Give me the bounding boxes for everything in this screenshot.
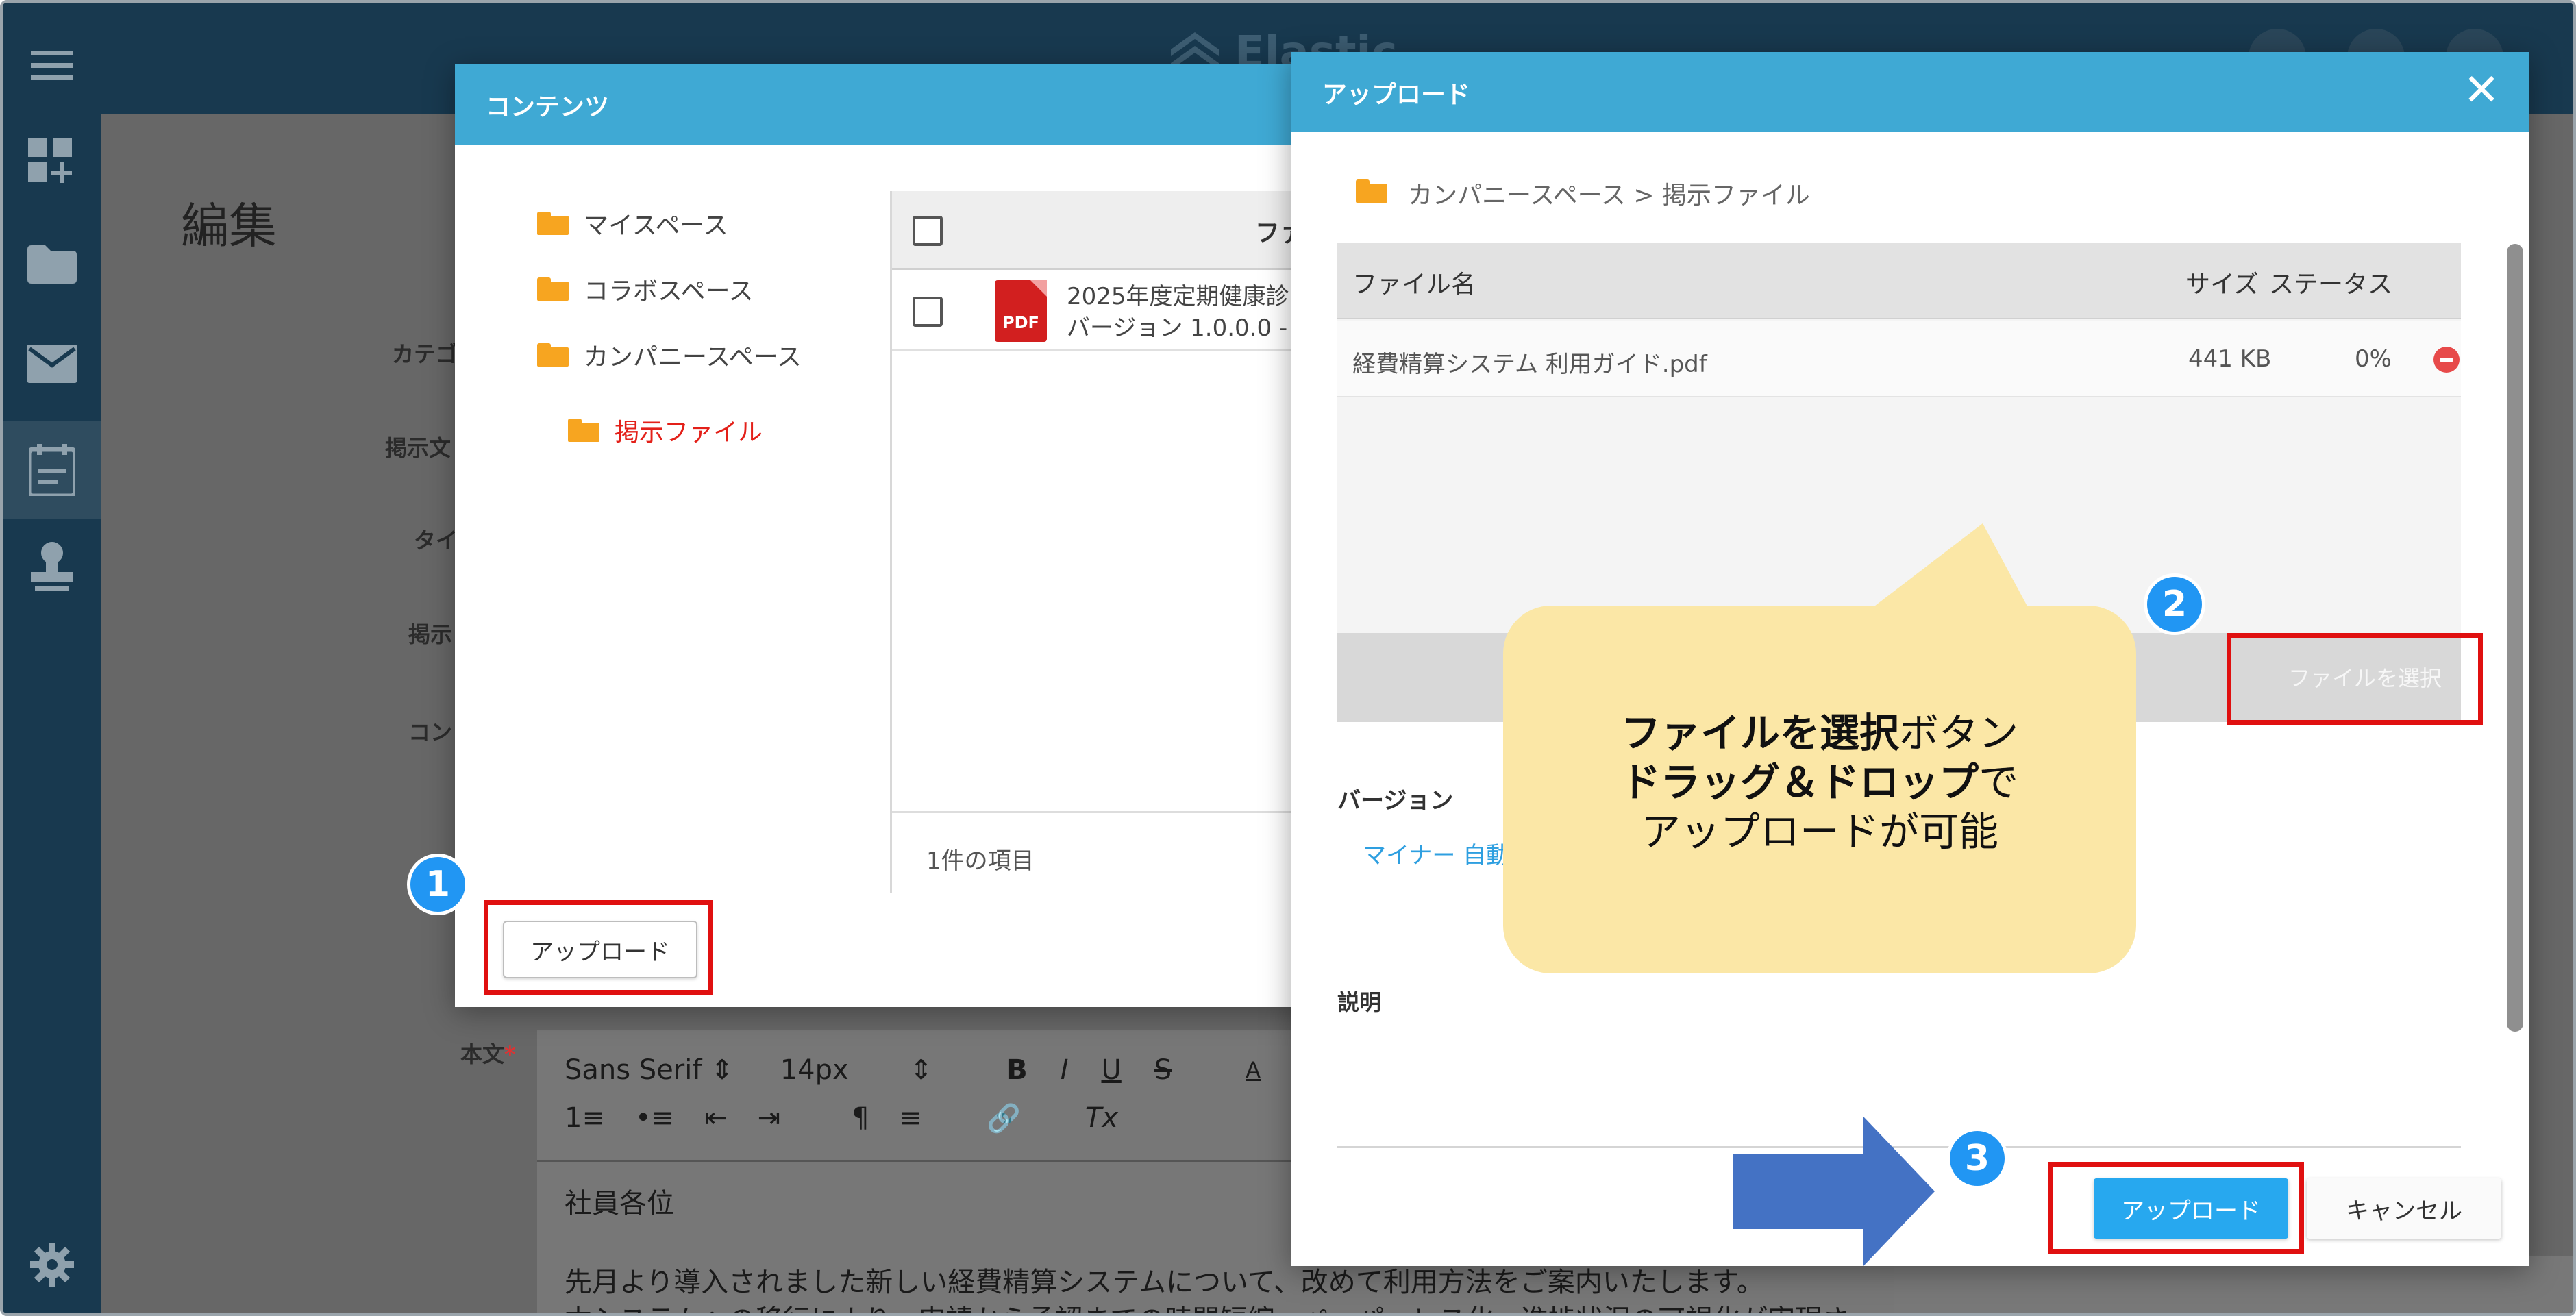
app-sidebar: [3, 3, 101, 1313]
dashboard-add-icon[interactable]: [3, 112, 101, 211]
editor-toolbar-row1: Sans Serif ⇕ 14px ⇕ B I U S A: [565, 1054, 1261, 1086]
breadcrumb: カンパニースペース > 掲示ファイル: [1356, 175, 1810, 211]
folder-icon: [537, 343, 569, 367]
table-row[interactable]: PDF 2025年度定期健康診 バージョン 1.0.0.0 - 3: [892, 272, 1341, 351]
column-header-status: ステータス: [2269, 271, 2393, 299]
screenshot-frame: Elastic 編集 カテゴ 掲示文 タイ: [0, 0, 2576, 1316]
highlight-box-upload-submit: [2048, 1162, 2304, 1254]
form-label-category: カテゴ: [392, 341, 458, 367]
close-icon[interactable]: ✕: [2461, 69, 2502, 112]
folder-icon: [1356, 179, 1393, 207]
file-list-header: ファ: [892, 191, 1339, 270]
tree-item-label: 掲示ファイル: [615, 419, 763, 447]
menu-icon[interactable]: [3, 16, 101, 115]
font-select[interactable]: Sans Serif ⇕: [565, 1054, 734, 1086]
folder-icon[interactable]: [3, 215, 101, 314]
stamp-icon[interactable]: [3, 517, 101, 615]
step-badge-3: 3: [1946, 1128, 2008, 1189]
pdf-file-icon: PDF: [995, 280, 1047, 342]
indent-icon[interactable]: ⇥: [758, 1102, 781, 1134]
tree-item-label: マイスペース: [584, 212, 728, 240]
tree-item-notice-files[interactable]: 掲示ファイル: [568, 412, 763, 448]
callout-text: ファイルを選択ボタン ドラッグ＆ドロップで アップロードが可能: [1620, 710, 2019, 855]
upload-file-name: 経費精算システム 利用ガイド.pdf: [1352, 351, 1707, 378]
link-icon[interactable]: 🔗: [987, 1102, 1021, 1134]
file-list: ファ PDF 2025年度定期健康診 バージョン 1.0.0.0 - 3 1件の…: [890, 191, 1341, 893]
description-label: 説明: [1337, 989, 1382, 1015]
form-label-period: 掲示: [408, 621, 453, 647]
outdent-icon[interactable]: ⇤: [704, 1102, 728, 1134]
editor-toolbar-row2: 1≡ •≡ ⇤ ⇥ ¶ ≡ 🔗 Tx: [565, 1102, 1118, 1134]
form-label-notice: 掲示文: [385, 435, 451, 461]
cancel-button[interactable]: キャンセル: [2307, 1178, 2501, 1239]
file-name[interactable]: 2025年度定期健康診: [1067, 277, 1289, 311]
clear-format-icon[interactable]: Tx: [1085, 1102, 1118, 1134]
callout-pointer: [1866, 523, 2031, 612]
paragraph-direction-icon[interactable]: ¶: [852, 1102, 869, 1134]
content-dialog: コンテンツ マイスペース コラボスペース カンパニースペース 掲示ファイル ファ…: [455, 64, 1341, 1007]
folder-icon: [537, 212, 569, 235]
breadcrumb-path: カンパニースペース > 掲示ファイル: [1408, 182, 1810, 210]
step-badge-2: 2: [2144, 573, 2205, 635]
arrow-right-icon: [1863, 1116, 1935, 1267]
step-badge-1: 1: [407, 854, 469, 915]
tree-item-label: コラボスペース: [584, 277, 754, 306]
row-checkbox[interactable]: [913, 297, 943, 327]
mail-icon[interactable]: [3, 314, 101, 413]
size-select[interactable]: 14px ⇕: [780, 1054, 933, 1086]
remove-file-icon[interactable]: [2433, 347, 2460, 373]
upload-dialog-title: アップロード: [1322, 80, 1471, 109]
table-row: 経費精算システム 利用ガイド.pdf 441 KB 0%: [1337, 321, 2461, 397]
form-label-title: タイ: [414, 527, 458, 554]
upload-table-header: ファイル名 サイズ ステータス: [1337, 243, 2461, 319]
upload-dialog-header: アップロード ✕: [1291, 52, 2529, 132]
content-dialog-title: コンテンツ: [455, 64, 1339, 145]
column-header-size: サイズ: [2185, 271, 2259, 299]
strikethrough-icon[interactable]: S: [1154, 1054, 1172, 1086]
version-label: バージョン: [1337, 787, 1454, 815]
calendar-icon[interactable]: [3, 421, 101, 519]
file-list-footer-divider: [892, 811, 1341, 813]
editor-line-1: 社員各位: [565, 1188, 674, 1219]
italic-icon[interactable]: I: [1061, 1054, 1069, 1086]
bold-icon[interactable]: B: [1006, 1054, 1028, 1086]
page-title: 編集: [181, 198, 277, 254]
align-icon[interactable]: ≡: [900, 1102, 923, 1134]
column-header-filename: ファイル名: [1352, 271, 1476, 299]
upload-file-status: 0%: [2355, 345, 2392, 373]
tree-item-companyspace[interactable]: カンパニースペース: [537, 337, 802, 373]
ordered-list-icon[interactable]: 1≡: [565, 1102, 605, 1134]
tree-item-myspace[interactable]: マイスペース: [537, 206, 728, 241]
file-version: バージョン 1.0.0.0 - 3: [1067, 314, 1310, 342]
folder-icon: [537, 277, 569, 301]
item-count: 1件の項目: [926, 847, 1035, 875]
tree-item-collabspace[interactable]: コラボスペース: [537, 271, 754, 307]
select-all-checkbox[interactable]: [913, 216, 943, 246]
underline-icon[interactable]: U: [1101, 1054, 1121, 1086]
upload-file-size: 441 KB: [2188, 345, 2272, 373]
scrollbar[interactable]: [2507, 244, 2523, 1032]
highlight-box-upload: [484, 900, 713, 995]
form-label-body: 本文*: [460, 1041, 516, 1067]
folder-icon: [568, 419, 599, 442]
tree-item-label: カンパニースペース: [584, 343, 802, 371]
bullet-list-icon[interactable]: •≡: [635, 1102, 674, 1134]
settings-gear-icon[interactable]: [3, 1215, 101, 1313]
editor-line-3: 本システムへの移行により、申請から承認までの時間短縮、ペーパーレス化、進捗状況の…: [565, 1298, 1850, 1313]
arrow-body: [1733, 1154, 1870, 1229]
text-color-icon[interactable]: A: [1246, 1057, 1261, 1083]
highlight-box-select-file: [2227, 633, 2483, 725]
form-label-content: コン: [408, 719, 453, 745]
